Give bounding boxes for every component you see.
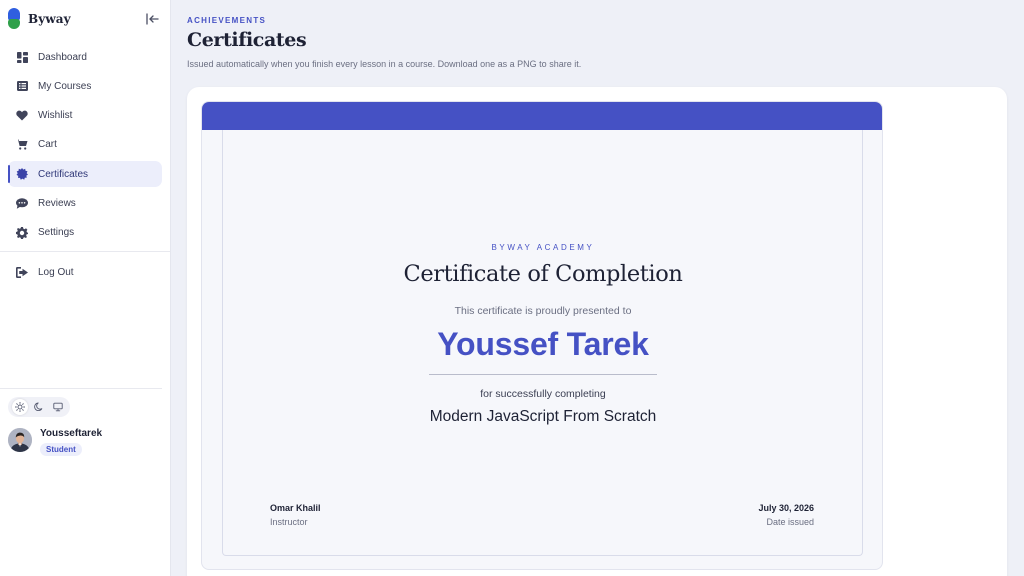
brand[interactable]: Byway [8, 8, 71, 29]
sidebar-item-label: Log Out [38, 267, 74, 279]
sidebar-item-label: Settings [38, 227, 75, 239]
sidebar-item-label: Wishlist [38, 110, 73, 122]
brand-name: Byway [28, 11, 71, 26]
collapse-sidebar-icon[interactable] [143, 10, 161, 28]
certificate-course: Modern JavaScript From Scratch [429, 408, 657, 425]
cart-icon [16, 139, 28, 151]
certificate-completing-text: for successfully completing [480, 388, 606, 400]
moon-icon[interactable] [31, 399, 47, 415]
gear-icon [16, 226, 28, 239]
monitor-icon[interactable] [50, 399, 66, 415]
sun-icon[interactable] [12, 399, 29, 415]
certificate-presented-text: This certificate is proudly presented to [454, 305, 632, 317]
byway-logo [8, 8, 20, 29]
avatar [8, 428, 32, 452]
sidebar-item-settings[interactable]: Settings [8, 220, 162, 246]
page-eyebrow: ACHIEVEMENTS [187, 16, 267, 25]
dashboard-icon [16, 51, 28, 63]
chat-icon [16, 197, 28, 209]
recipient-underline [429, 374, 657, 375]
page-subtitle: Issued automatically when you finish eve… [187, 59, 582, 69]
certificate-card: BYWAY ACADEMY Certificate of Completion … [201, 101, 883, 570]
sidebar-item-label: My Courses [38, 80, 92, 92]
sidebar-nav: Dashboard My Courses Wishlist Cart Certi… [0, 44, 170, 289]
logout-icon [16, 267, 28, 279]
sidebar-item-logout[interactable]: Log Out [8, 260, 162, 286]
user-profile[interactable]: Yousseftarek Student [8, 427, 102, 457]
sidebar-item-certificates[interactable]: Certificates [8, 161, 162, 188]
issue-date-label: Date issued [766, 517, 814, 527]
instructor-name: Omar Khalil [270, 503, 321, 513]
sidebar-item-cart[interactable]: Cart [8, 132, 162, 158]
sidebar-item-reviews[interactable]: Reviews [8, 190, 162, 216]
issue-date: July 30, 2026 [758, 503, 814, 513]
role-badge: Student [40, 443, 82, 456]
user-name: Yousseftarek [40, 428, 103, 439]
certificate-instructor: Omar Khalil Instructor [270, 503, 321, 527]
heart-icon [16, 110, 28, 122]
sidebar-item-label: Reviews [38, 197, 76, 209]
sidebar-item-my-courses[interactable]: My Courses [8, 73, 162, 99]
page-title: Certificates [187, 29, 307, 51]
certificate-title: Certificate of Completion [403, 261, 683, 287]
certificate-recipient: Youssef Tarek [437, 326, 649, 362]
sidebar-item-dashboard[interactable]: Dashboard [8, 44, 162, 70]
sidebar-item-label: Cart [38, 139, 57, 151]
list-icon [16, 80, 28, 92]
instructor-label: Instructor [270, 517, 308, 527]
certificate-academy: BYWAY ACADEMY [491, 243, 595, 252]
certificate-header-bar [202, 102, 882, 130]
sidebar-item-label: Dashboard [38, 51, 87, 63]
theme-toggle [8, 397, 70, 417]
certificate-date: July 30, 2026 Date issued [758, 503, 814, 527]
sidebar-item-label: Certificates [38, 168, 89, 180]
sidebar: Byway Dashboard My Courses Wishlist Cart… [0, 0, 171, 576]
user-info: Yousseftarek Student [40, 427, 102, 457]
badge-icon [16, 168, 28, 180]
sidebar-footer-divider [0, 388, 162, 389]
sidebar-item-wishlist[interactable]: Wishlist [8, 103, 162, 129]
sidebar-divider [0, 250, 170, 252]
